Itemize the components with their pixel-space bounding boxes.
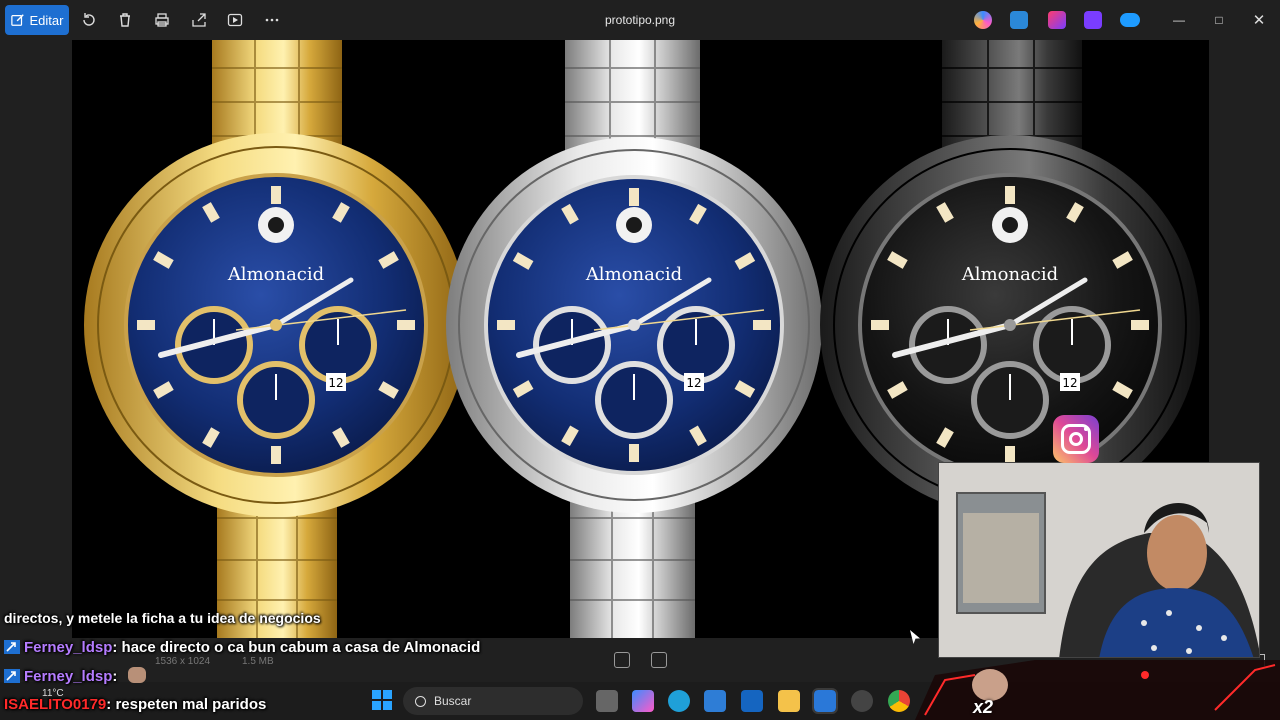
chat-message: Ferney_ldsp: bbox=[4, 667, 146, 685]
gold-watch bbox=[84, 40, 468, 638]
file-explorer-icon[interactable] bbox=[778, 690, 800, 712]
rotate-icon[interactable] bbox=[79, 10, 99, 30]
search-icon bbox=[415, 695, 426, 707]
copilot-taskbar-icon[interactable] bbox=[632, 690, 654, 712]
slideshow-icon[interactable] bbox=[225, 10, 245, 30]
top-toolbar: Editar prototipo.png — □ ✕ bbox=[0, 0, 1280, 40]
video-editor-icon[interactable] bbox=[1084, 11, 1102, 29]
stream-alert-overlay: x2 bbox=[915, 655, 1280, 720]
delete-icon[interactable] bbox=[115, 10, 135, 30]
edit-icon bbox=[10, 14, 24, 26]
chat-text: : respeten mal paridos bbox=[106, 696, 267, 713]
chat-message: ISAELITO0179: respeten mal paridos bbox=[4, 696, 266, 713]
silver-watch bbox=[446, 40, 822, 638]
hour-marker bbox=[271, 186, 281, 204]
image-dimensions: 1536 x 1024 bbox=[155, 656, 211, 667]
twitch-badge-icon bbox=[4, 640, 20, 654]
print-icon[interactable] bbox=[152, 10, 172, 30]
instagram-icon bbox=[1053, 415, 1099, 463]
hour-marker bbox=[1131, 320, 1149, 330]
hour-marker bbox=[497, 320, 515, 330]
streamer-face bbox=[1147, 515, 1207, 591]
center-pin bbox=[270, 319, 282, 331]
edit-button-label: Editar bbox=[29, 12, 64, 28]
task-view-icon[interactable] bbox=[596, 690, 618, 712]
share-icon[interactable] bbox=[189, 10, 209, 30]
chat-text: : bbox=[112, 668, 118, 685]
onedrive-icon[interactable] bbox=[1120, 13, 1140, 27]
hour-marker bbox=[1005, 186, 1015, 204]
chat-subtitle: directos, y metele la ficha a tu idea de… bbox=[4, 610, 321, 626]
designer-icon[interactable] bbox=[1010, 11, 1028, 29]
chat-username: Ferney_ldsp bbox=[24, 668, 113, 685]
photos-icon[interactable] bbox=[812, 688, 838, 714]
taskbar-search[interactable]: Buscar bbox=[403, 687, 583, 715]
hour-marker bbox=[871, 320, 889, 330]
hour-marker bbox=[629, 188, 639, 206]
chat-username: ISAELITO0179 bbox=[4, 696, 107, 713]
center-pin bbox=[1004, 319, 1016, 331]
edit-button[interactable]: Editar bbox=[5, 5, 69, 35]
chat-message: Ferney_ldsp: hace directo o ca bun cabum… bbox=[4, 639, 480, 656]
clipchamp-icon[interactable] bbox=[1048, 11, 1066, 29]
hour-marker bbox=[629, 444, 639, 462]
minimize-icon[interactable]: — bbox=[1167, 8, 1191, 32]
center-pin bbox=[628, 319, 640, 331]
chrome-icon[interactable] bbox=[888, 690, 910, 712]
hour-marker bbox=[137, 320, 155, 330]
date-value: 12 bbox=[1062, 376, 1077, 390]
obs-icon[interactable] bbox=[851, 690, 873, 712]
mail-icon[interactable] bbox=[741, 690, 763, 712]
chat-username: Ferney_ldsp bbox=[24, 639, 113, 656]
maximize-icon[interactable]: □ bbox=[1207, 8, 1231, 32]
cat-emote-icon bbox=[127, 667, 146, 683]
close-icon[interactable]: ✕ bbox=[1247, 8, 1271, 32]
image-file-size: 1.5 MB bbox=[242, 656, 274, 667]
search-placeholder: Buscar bbox=[434, 694, 472, 708]
store-icon[interactable] bbox=[704, 690, 726, 712]
more-options-icon[interactable] bbox=[262, 10, 282, 30]
hour-marker bbox=[397, 320, 415, 330]
copilot-icon[interactable] bbox=[974, 11, 992, 29]
windows-start-icon[interactable] bbox=[372, 690, 392, 710]
hour-marker bbox=[753, 320, 771, 330]
brand-name: Almonacid bbox=[227, 264, 324, 285]
webcam-overlay bbox=[938, 462, 1260, 658]
actual-size-icon[interactable] bbox=[651, 652, 667, 668]
hour-marker bbox=[271, 446, 281, 464]
fit-to-window-icon[interactable] bbox=[614, 652, 630, 668]
twitch-badge-icon bbox=[4, 669, 20, 683]
multiplier-badge: x2 bbox=[973, 697, 994, 717]
date-value: 12 bbox=[686, 376, 701, 390]
edge-icon[interactable] bbox=[668, 690, 690, 712]
date-value: 12 bbox=[328, 376, 343, 390]
brand-name: Almonacid bbox=[961, 264, 1058, 285]
chat-text: : hace directo o ca bun cabum a casa de … bbox=[112, 639, 481, 656]
photos-app-window: Editar prototipo.png — □ ✕ Almonacid 12 … bbox=[0, 0, 1280, 720]
brand-name: Almonacid bbox=[585, 264, 682, 285]
